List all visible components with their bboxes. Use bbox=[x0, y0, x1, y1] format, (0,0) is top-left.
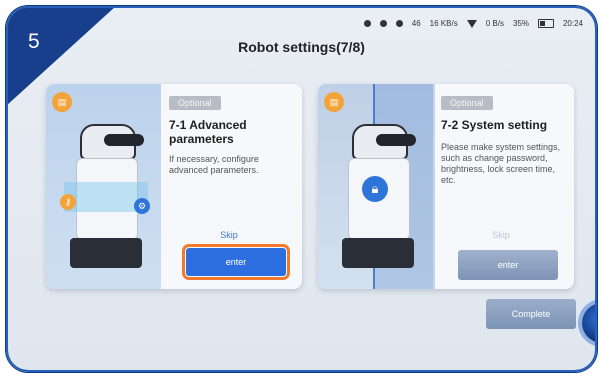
step-corner-banner bbox=[6, 6, 116, 106]
optional-tag: Optional bbox=[169, 96, 221, 110]
battery-percent: 35% bbox=[512, 19, 529, 28]
assistant-orb-icon[interactable] bbox=[582, 303, 597, 343]
clock: 20:24 bbox=[562, 19, 583, 28]
record-icon bbox=[363, 20, 371, 27]
settings-icon: ⚙ bbox=[134, 198, 150, 214]
tablet-screen: 5 46 16 KB/s 0 B/s 35% 20:24 Robot setti… bbox=[6, 6, 597, 372]
lock-icon: 🔒︎ bbox=[362, 176, 388, 202]
enter-button[interactable]: enter bbox=[182, 244, 290, 280]
card-illustration: ▤ ⚷ ⚙ bbox=[46, 84, 161, 289]
step-number: 5 bbox=[28, 30, 40, 53]
battery-icon bbox=[537, 19, 554, 28]
skip-link[interactable]: Skip bbox=[436, 230, 566, 240]
key-icon: ⚷ bbox=[60, 194, 76, 210]
book-icon: ▤ bbox=[324, 92, 344, 112]
card-description: If necessary, configure advanced paramet… bbox=[169, 154, 259, 175]
robot-head bbox=[80, 124, 144, 160]
skip-link[interactable]: Skip bbox=[164, 230, 294, 240]
alarm-icon bbox=[379, 20, 387, 27]
card-description: Please make system settings, such as cha… bbox=[441, 142, 561, 185]
card-title: 7-1 Advanced parameters bbox=[169, 118, 247, 146]
location-icon bbox=[395, 20, 403, 27]
card-title: 7-2 System setting bbox=[441, 118, 548, 132]
card-illustration: ▤ 🔒︎ bbox=[318, 84, 435, 289]
card-system-setting: ▤ 🔒︎ Optional 7-2 System setting Please … bbox=[318, 84, 574, 289]
card-advanced-parameters: ▤ ⚷ ⚙ Optional 7-1 Advanced parameters I… bbox=[46, 84, 302, 289]
net-speed-1: 16 KB/s bbox=[429, 19, 458, 28]
enter-button[interactable]: enter bbox=[458, 250, 558, 280]
status-bar: 46 16 KB/s 0 B/s 35% 20:24 bbox=[363, 19, 583, 28]
net-speed-2: 0 B/s bbox=[485, 19, 504, 28]
wifi-icon bbox=[466, 19, 477, 28]
robot-head bbox=[352, 124, 416, 160]
robot-base bbox=[70, 238, 142, 268]
robot-illustration: ⚷ ⚙ bbox=[60, 124, 150, 274]
robot-illustration: 🔒︎ bbox=[336, 124, 420, 274]
optional-tag: Optional bbox=[441, 96, 493, 110]
complete-button[interactable]: Complete bbox=[486, 299, 576, 329]
signal-text: 46 bbox=[411, 19, 421, 28]
robot-base bbox=[342, 238, 414, 268]
